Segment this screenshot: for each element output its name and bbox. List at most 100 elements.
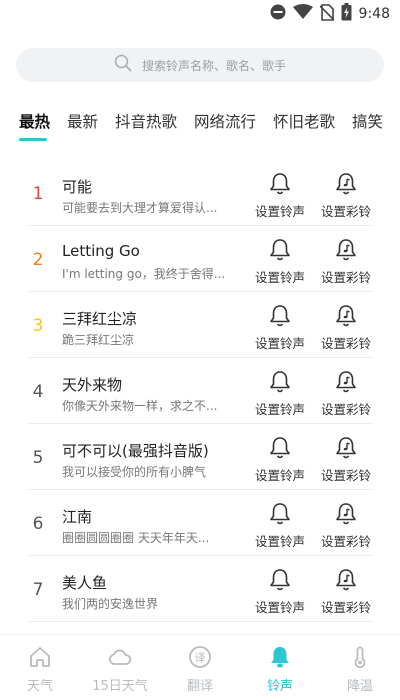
cloud-icon <box>109 649 132 665</box>
svg-text:译: 译 <box>195 652 206 665</box>
list-item[interactable]: 6 江南 圈圈圆圆圈圈 天天年年天... 设置铃声 设置彩铃 <box>28 490 374 556</box>
song-title: 美人鱼 <box>62 574 108 592</box>
nav-translate[interactable]: 译 翻译 <box>160 635 240 700</box>
set-crbt-label: 设置彩铃 <box>320 204 371 219</box>
set-crbt-button[interactable]: 设置彩铃 <box>316 566 376 616</box>
bell-icon <box>270 569 290 591</box>
tab-active-indicator <box>19 138 47 141</box>
status-icons: 9:48 <box>270 3 390 25</box>
song-lyric: 你像天外来物一样，求之不... <box>62 399 218 413</box>
set-ringtone-label: 设置铃声 <box>254 402 305 417</box>
bottom-nav: 天气 15日天气 译 翻译 铃声 降温 <box>0 634 400 700</box>
set-crbt-button[interactable]: 设置彩铃 <box>316 500 376 550</box>
nav-cooling-label: 降温 <box>346 679 373 694</box>
category-tabs: 最热 最新 抖音热歌 网络流行 怀旧老歌 搞笑 <box>0 100 400 144</box>
song-lyric: 可能要去到大理才算爱得认... <box>62 201 218 215</box>
set-crbt-label: 设置彩铃 <box>320 336 371 351</box>
search-input[interactable]: 搜索铃声名称、歌名、歌手 <box>16 48 384 82</box>
song-lyric: 圈圈圆圆圈圈 天天年年天... <box>62 531 210 545</box>
search-icon <box>114 54 142 76</box>
song-lyric: 我可以接受你的所有小脾气 <box>62 465 207 479</box>
rank-number: 1 <box>32 184 44 204</box>
rank-number: 6 <box>32 514 44 534</box>
set-crbt-button[interactable]: 设置彩铃 <box>316 434 376 484</box>
set-crbt-button[interactable]: 设置彩铃 <box>316 236 376 286</box>
bell-icon <box>270 173 290 195</box>
nav-cooling[interactable]: 降温 <box>320 635 400 700</box>
set-ringtone-button[interactable]: 设置铃声 <box>250 434 310 484</box>
wifi-icon <box>292 4 313 24</box>
song-lyric: 我们两的安逸世界 <box>62 597 159 611</box>
house-icon <box>30 647 50 667</box>
set-ringtone-button[interactable]: 设置铃声 <box>250 170 310 220</box>
rank-number: 7 <box>32 580 44 600</box>
no-sim-icon <box>318 3 335 25</box>
bell-icon <box>271 647 289 668</box>
tab-internet-popular[interactable]: 网络流行 <box>194 110 256 132</box>
set-ringtone-label: 设置铃声 <box>254 468 305 483</box>
set-crbt-label: 设置彩铃 <box>320 468 371 483</box>
set-ringtone-label: 设置铃声 <box>254 270 305 285</box>
status-time: 9:48 <box>358 6 390 22</box>
set-crbt-label: 设置彩铃 <box>320 402 371 417</box>
bell-music-icon <box>336 437 356 459</box>
nav-ringtone[interactable]: 铃声 <box>240 635 320 700</box>
rank-number: 4 <box>32 382 44 402</box>
list-item[interactable]: 3 三拜红尘凉 跪三拜红尘凉 设置铃声 设置彩铃 <box>28 292 374 358</box>
list-item[interactable]: 5 可不可以(最强抖音版) 我可以接受你的所有小脾气 设置铃声 设置彩铃 <box>28 424 374 490</box>
song-title: 天外来物 <box>62 376 123 394</box>
song-title: 可不可以(最强抖音版) <box>62 442 209 460</box>
nav-15day-weather-label: 15日天气 <box>92 679 148 694</box>
nav-translate-label: 翻译 <box>186 679 213 694</box>
set-ringtone-button[interactable]: 设置铃声 <box>250 302 310 352</box>
set-crbt-button[interactable]: 设置彩铃 <box>316 302 376 352</box>
list-item[interactable]: 4 天外来物 你像天外来物一样，求之不... 设置铃声 设置彩铃 <box>28 358 374 424</box>
set-ringtone-button[interactable]: 设置铃声 <box>250 368 310 418</box>
nav-15day-weather[interactable]: 15日天气 <box>80 635 160 700</box>
thermometer-icon <box>354 646 366 669</box>
song-title: 江南 <box>62 508 93 526</box>
set-crbt-label: 设置彩铃 <box>320 270 371 285</box>
set-crbt-label: 设置彩铃 <box>320 534 371 549</box>
list-item[interactable]: 1 可能 可能要去到大理才算爱得认... 设置铃声 设置彩铃 <box>28 160 374 226</box>
search-placeholder: 搜索铃声名称、歌名、歌手 <box>141 58 286 73</box>
song-title: 可能 <box>62 178 93 196</box>
tab-douyin-hits[interactable]: 抖音热歌 <box>115 110 177 132</box>
song-title: Letting Go <box>62 242 140 260</box>
set-ringtone-label: 设置铃声 <box>254 534 305 549</box>
song-lyric: I'm letting go，我终于舍得... <box>62 267 226 281</box>
bell-music-icon <box>336 305 356 327</box>
nav-weather-label: 天气 <box>26 679 53 694</box>
bell-icon <box>270 371 290 393</box>
set-crbt-label: 设置彩铃 <box>320 600 371 615</box>
status-bar: 9:48 <box>0 0 400 28</box>
battery-charging-icon <box>341 3 352 25</box>
bell-music-icon <box>336 569 356 591</box>
tab-nostalgic-songs[interactable]: 怀旧老歌 <box>273 110 335 132</box>
list-item[interactable]: 7 美人鱼 我们两的安逸世界 设置铃声 设置彩铃 <box>28 556 374 622</box>
set-ringtone-button[interactable]: 设置铃声 <box>250 236 310 286</box>
rank-number: 5 <box>32 448 44 468</box>
translate-icon: 译 <box>189 646 211 668</box>
bell-music-icon <box>336 503 356 525</box>
bell-icon <box>270 503 290 525</box>
tab-hottest[interactable]: 最热 <box>19 110 50 132</box>
rank-number: 3 <box>32 316 44 336</box>
nav-weather[interactable]: 天气 <box>0 635 80 700</box>
set-ringtone-label: 设置铃声 <box>254 336 305 351</box>
bell-icon <box>270 437 290 459</box>
bell-music-icon <box>336 239 356 261</box>
bell-music-icon <box>336 371 356 393</box>
rank-number: 2 <box>32 250 44 270</box>
list-item[interactable]: 2 Letting Go I'm letting go，我终于舍得... 设置铃… <box>28 226 374 292</box>
tab-newest[interactable]: 最新 <box>67 110 98 132</box>
set-ringtone-button[interactable]: 设置铃声 <box>250 500 310 550</box>
do-not-disturb-icon <box>270 4 286 24</box>
tab-funny[interactable]: 搞笑 <box>352 110 383 132</box>
set-crbt-button[interactable]: 设置彩铃 <box>316 170 376 220</box>
song-lyric: 跪三拜红尘凉 <box>62 333 135 347</box>
song-title: 三拜红尘凉 <box>62 310 138 328</box>
set-crbt-button[interactable]: 设置彩铃 <box>316 368 376 418</box>
bell-icon <box>270 305 290 327</box>
set-ringtone-button[interactable]: 设置铃声 <box>250 566 310 616</box>
